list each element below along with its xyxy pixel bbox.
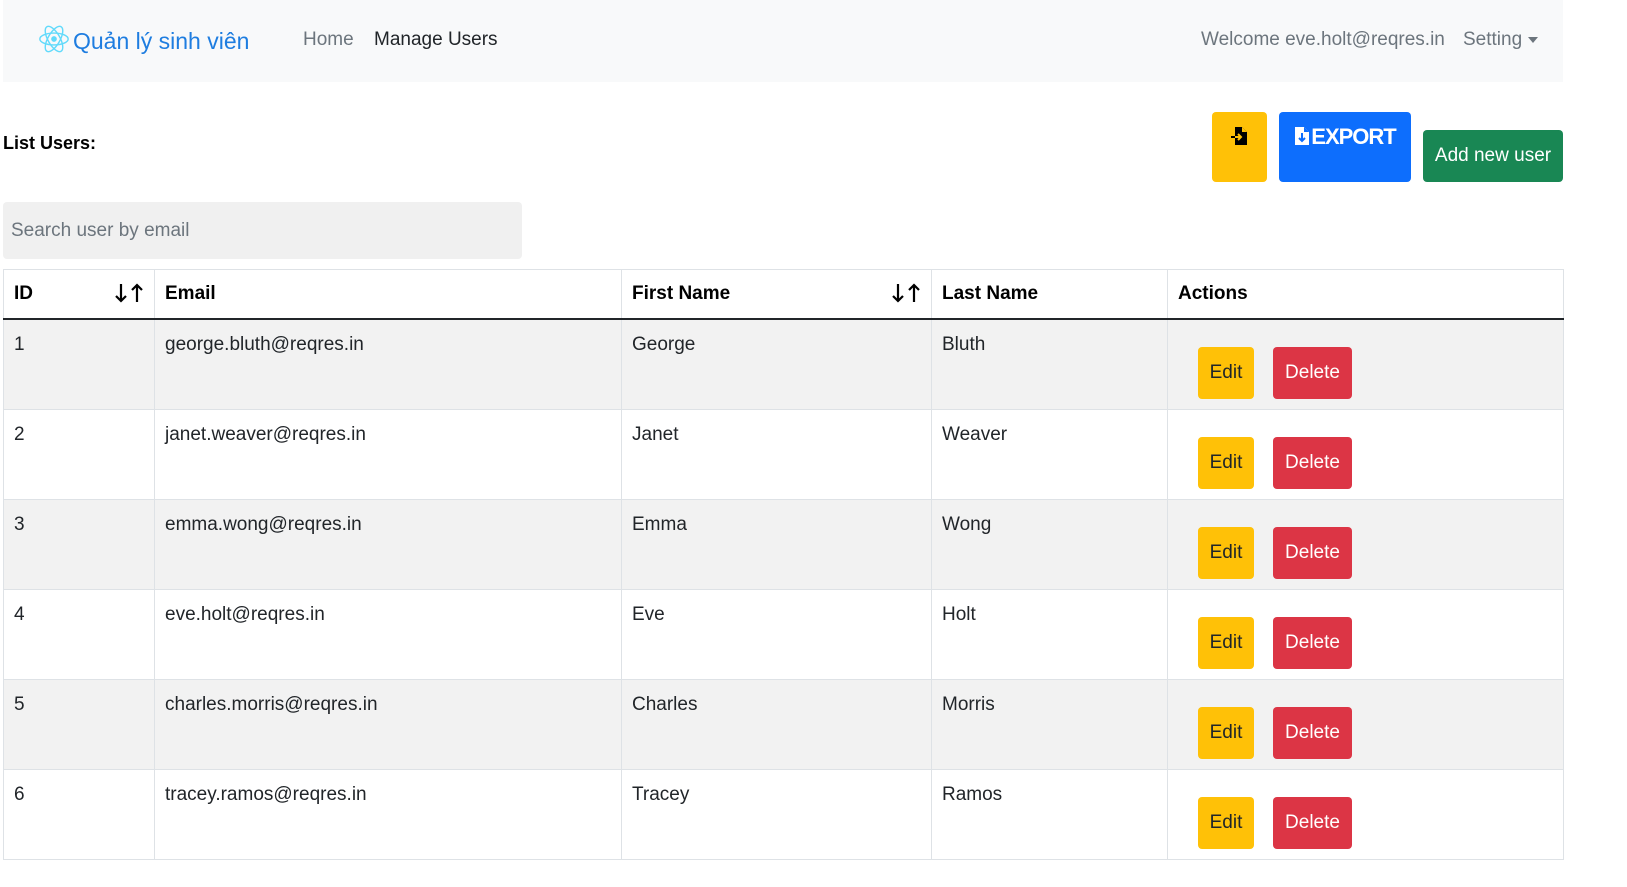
cell-actions: Edit Delete <box>1167 768 1564 860</box>
header-id: ID <box>3 269 155 320</box>
delete-button[interactable]: Delete <box>1273 436 1352 489</box>
cell-id: 4 <box>3 588 155 680</box>
table-row: 4 eve.holt@reqres.in Eve Holt Edit Delet… <box>3 588 1564 680</box>
file-import-icon <box>1230 126 1249 149</box>
header-id-label: ID <box>14 283 33 304</box>
nav-manage-users-link[interactable]: Manage Users <box>374 29 498 51</box>
edit-button[interactable]: Edit <box>1198 436 1254 489</box>
table-row: 3 emma.wong@reqres.in Emma Wong Edit Del… <box>3 498 1564 590</box>
sort-id-control[interactable] <box>114 282 144 310</box>
setting-label: Setting <box>1463 29 1523 50</box>
row-actions: Edit Delete <box>1178 334 1553 399</box>
add-new-user-button[interactable]: Add new user <box>1423 130 1563 182</box>
delete-button[interactable]: Delete <box>1273 526 1352 579</box>
cell-email: janet.weaver@reqres.in <box>154 408 622 500</box>
header-first-name: First Name <box>621 269 932 320</box>
delete-button[interactable]: Delete <box>1273 616 1352 669</box>
cell-actions: Edit Delete <box>1167 588 1564 680</box>
delete-button[interactable]: Delete <box>1273 347 1352 399</box>
edit-button[interactable]: Edit <box>1198 796 1254 849</box>
row-actions: Edit Delete <box>1178 604 1553 669</box>
setting-dropdown[interactable]: Setting <box>1463 29 1539 51</box>
header-email: Email <box>154 269 622 320</box>
users-table: ID Email First Name Last Name Actions 1 … <box>3 269 1564 860</box>
cell-first-name: Eve <box>621 588 932 680</box>
row-actions: Edit Delete <box>1178 694 1553 759</box>
sort-up-arrow-icon[interactable] <box>130 282 144 310</box>
delete-button[interactable]: Delete <box>1273 796 1352 849</box>
edit-button[interactable]: Edit <box>1198 526 1254 579</box>
table-row: 1 george.bluth@reqres.in George Bluth Ed… <box>3 318 1564 410</box>
cell-id: 3 <box>3 498 155 590</box>
cell-email: eve.holt@reqres.in <box>154 588 622 680</box>
sort-first-name-control[interactable] <box>891 282 921 310</box>
cell-first-name: Janet <box>621 408 932 500</box>
cell-actions: Edit Delete <box>1167 408 1564 500</box>
row-actions: Edit Delete <box>1178 424 1553 489</box>
cell-first-name: Charles <box>621 678 932 770</box>
cell-id: 2 <box>3 408 155 500</box>
search-input[interactable] <box>3 202 522 259</box>
cell-last-name: Bluth <box>931 318 1168 410</box>
header-actions: Actions <box>1167 269 1564 320</box>
brand-title: Quản lý sinh viên <box>73 28 250 54</box>
cell-first-name: George <box>621 318 932 410</box>
edit-button[interactable]: Edit <box>1198 347 1254 399</box>
table-row: 6 tracey.ramos@reqres.in Tracey Ramos Ed… <box>3 768 1564 860</box>
row-actions: Edit Delete <box>1178 784 1553 849</box>
brand-link[interactable]: Quản lý sinh viên <box>37 22 249 61</box>
cell-email: tracey.ramos@reqres.in <box>154 768 622 860</box>
table-header-row: ID Email First Name Last Name Actions <box>3 269 1564 320</box>
export-button[interactable]: EXPORT <box>1279 112 1411 182</box>
list-title: List Users: <box>3 133 97 153</box>
cell-last-name: Ramos <box>931 768 1168 860</box>
cell-actions: Edit Delete <box>1167 678 1564 770</box>
sort-down-arrow-icon[interactable] <box>114 282 128 310</box>
cell-email: charles.morris@reqres.in <box>154 678 622 770</box>
caret-down-icon <box>1528 37 1539 43</box>
cell-last-name: Morris <box>931 678 1168 770</box>
cell-last-name: Wong <box>931 498 1168 590</box>
edit-button[interactable]: Edit <box>1198 706 1254 759</box>
cell-email: george.bluth@reqres.in <box>154 318 622 410</box>
nav-home-link[interactable]: Home <box>303 29 354 51</box>
sort-up-arrow-icon[interactable] <box>907 282 921 310</box>
cell-id: 6 <box>3 768 155 860</box>
cell-first-name: Emma <box>621 498 932 590</box>
react-logo-icon <box>37 22 71 61</box>
edit-button[interactable]: Edit <box>1198 616 1254 669</box>
export-label: EXPORT <box>1311 124 1396 149</box>
table-row: 5 charles.morris@reqres.in Charles Morri… <box>3 678 1564 770</box>
cell-first-name: Tracey <box>621 768 932 860</box>
cell-last-name: Holt <box>931 588 1168 680</box>
cell-last-name: Weaver <box>931 408 1168 500</box>
cell-id: 1 <box>3 318 155 410</box>
file-download-icon <box>1294 124 1310 149</box>
delete-button[interactable]: Delete <box>1273 706 1352 759</box>
header-first-name-label: First Name <box>632 283 731 304</box>
cell-email: emma.wong@reqres.in <box>154 498 622 590</box>
cell-id: 5 <box>3 678 155 770</box>
welcome-text: Welcome eve.holt@reqres.in <box>1201 29 1445 50</box>
table-row: 2 janet.weaver@reqres.in Janet Weaver Ed… <box>3 408 1564 500</box>
header-last-name: Last Name <box>931 269 1168 320</box>
navbar: Quản lý sinh viên Home Manage Users Welc… <box>3 0 1563 82</box>
sort-down-arrow-icon[interactable] <box>891 282 905 310</box>
row-actions: Edit Delete <box>1178 514 1553 579</box>
cell-actions: Edit Delete <box>1167 498 1564 590</box>
import-button[interactable] <box>1212 112 1267 182</box>
cell-actions: Edit Delete <box>1167 318 1564 410</box>
